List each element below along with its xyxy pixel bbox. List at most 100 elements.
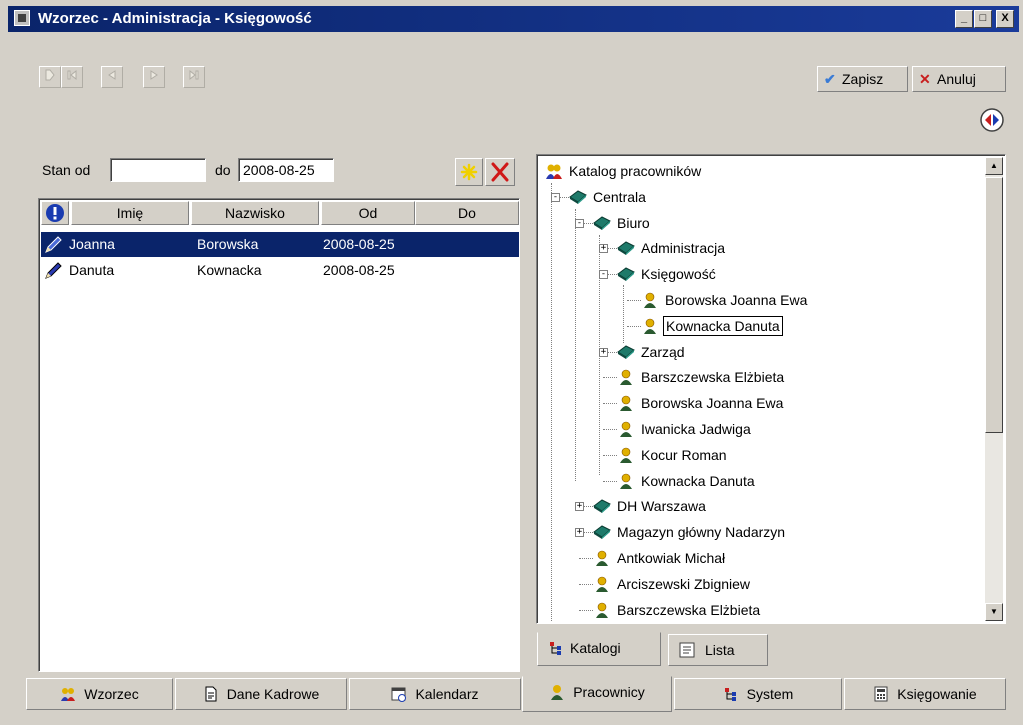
edit-pencil-icon (45, 236, 62, 253)
column-header-from[interactable]: Od (321, 201, 415, 225)
cancel-button-label: Anuluj (937, 71, 976, 87)
person-icon (617, 395, 635, 411)
tree-expand-icon[interactable]: + (599, 244, 608, 253)
tree-node-label: Iwanicka Jadwiga (641, 421, 751, 437)
column-header-last-name[interactable]: Nazwisko (191, 201, 319, 225)
tree-node[interactable]: Barszczewska Elżbieta (617, 367, 786, 387)
tree-node[interactable]: Kocur Roman (617, 445, 729, 465)
save-button[interactable]: ✔ Zapisz (817, 66, 908, 92)
tree-node[interactable]: Borowska Joanna Ewa (641, 290, 809, 310)
tree-node[interactable]: Magazyn główny Nadarzyn (593, 522, 787, 542)
book-icon (593, 498, 611, 514)
next-record-button[interactable] (143, 66, 165, 88)
tree-expand-icon[interactable]: + (599, 348, 608, 357)
tree-connector-line (603, 455, 617, 456)
tree-node-label: Borowska Joanna Ewa (641, 395, 784, 411)
cell-last-name: Borowska (197, 236, 259, 252)
tree-scrollbar[interactable]: ▲ ▼ (985, 157, 1003, 621)
tree-node[interactable]: Księgowość (617, 264, 718, 284)
record-insert-button[interactable] (39, 66, 61, 88)
tab-pracownicy-label: Pracownicy (573, 684, 645, 700)
table-row[interactable]: Danuta Kownacka 2008-08-25 (41, 258, 519, 283)
tree-node[interactable]: Borowska Joanna Ewa (617, 393, 785, 413)
info-icon (46, 204, 64, 222)
employee-period-grid[interactable]: Imię Nazwisko Od Do Joanna Borowska 2008… (38, 198, 520, 672)
person-icon (617, 369, 635, 385)
tree-node-label: Kownacka Danuta (641, 473, 755, 489)
subtab-list[interactable]: Lista (668, 634, 768, 666)
tree-node[interactable]: Kownacka Danuta (617, 471, 757, 491)
cell-from: 2008-08-25 (323, 236, 395, 252)
tab-wzorzec-label: Wzorzec (84, 686, 139, 702)
tree-connector-line (579, 584, 593, 585)
prev-record-button[interactable] (101, 66, 123, 88)
edit-pencil-icon (45, 262, 62, 279)
app-icon[interactable] (14, 10, 30, 26)
tree-collapse-icon[interactable]: - (575, 219, 584, 228)
cancel-button[interactable]: ✕ Anuluj (912, 66, 1006, 92)
state-to-input[interactable]: 2008-08-25 (238, 158, 334, 182)
title-bar[interactable]: Wzorzec - Administracja - Księgowość _ □… (8, 6, 1019, 32)
tab-dane-kadrowe[interactable]: Dane Kadrowe (175, 678, 347, 710)
calendar-icon (391, 687, 407, 702)
tree-node[interactable]: DH Warszawa (593, 496, 708, 516)
person-icon (641, 292, 659, 308)
book-icon (617, 344, 635, 360)
table-row[interactable]: Joanna Borowska 2008-08-25 (41, 232, 519, 257)
subtab-catalogs-label: Katalogi (570, 640, 621, 656)
scroll-up-button[interactable]: ▲ (985, 157, 1003, 175)
book-icon (569, 189, 587, 205)
column-header-first-name[interactable]: Imię (71, 201, 189, 225)
navigate-arrows-button[interactable] (980, 108, 1004, 132)
last-icon (189, 69, 199, 81)
tree-icon (550, 642, 561, 655)
tree-collapse-icon[interactable]: - (551, 193, 560, 202)
maximize-button[interactable]: □ (974, 10, 992, 28)
new-star-icon (460, 163, 478, 181)
tab-ksiegowanie[interactable]: Księgowanie (844, 678, 1006, 710)
tree-node[interactable]: Administracja (617, 238, 727, 258)
minimize-button[interactable]: _ (955, 10, 973, 28)
state-from-input[interactable] (110, 158, 206, 182)
tree-expand-icon[interactable]: + (575, 528, 584, 537)
tree-node[interactable]: Zarząd (617, 342, 687, 362)
subtab-list-label: Lista (705, 642, 735, 658)
delete-entry-button[interactable] (485, 158, 515, 186)
tree-expand-icon[interactable]: + (575, 502, 584, 511)
tab-wzorzec[interactable]: Wzorzec (26, 678, 173, 710)
tree-node[interactable]: Biuro (593, 213, 652, 233)
tree-connector-line (603, 429, 617, 430)
tree-connector-line (603, 377, 617, 378)
tree-content: Katalog pracowników - Centrala - Biuro + Admin… (537, 155, 985, 621)
tree-node[interactable]: Iwanicka Jadwiga (617, 419, 753, 439)
scroll-down-button[interactable]: ▼ (985, 603, 1003, 621)
tree-node[interactable]: Barszczewska Elżbieta (593, 600, 762, 620)
tab-kalendarz[interactable]: Kalendarz (349, 678, 521, 710)
employee-catalog-tree[interactable]: Katalog pracowników - Centrala - Biuro + Admin… (536, 154, 1006, 624)
last-record-button[interactable] (183, 66, 205, 88)
tree-node[interactable]: Arciszewski Zbigniew (593, 574, 752, 594)
tab-pracownicy[interactable]: Pracownicy (522, 676, 672, 712)
first-record-button[interactable] (61, 66, 83, 88)
tree-node-label: Magazyn główny Nadarzyn (617, 524, 786, 540)
tree-collapse-icon[interactable]: - (599, 270, 608, 279)
scroll-thumb[interactable] (985, 177, 1003, 433)
subtab-catalogs[interactable]: Katalogi (537, 632, 661, 666)
tree-node[interactable]: Katalog pracowników (545, 161, 703, 181)
tree-node[interactable]: Centrala (569, 187, 648, 207)
column-header-to[interactable]: Do (415, 201, 519, 225)
tree-node[interactable]: Kownacka Danuta (641, 316, 783, 336)
left-right-arrows-icon (980, 108, 1004, 132)
list-icon (679, 642, 695, 658)
new-entry-button[interactable] (455, 158, 483, 186)
tab-system[interactable]: System (674, 678, 842, 710)
close-button[interactable]: X (996, 10, 1014, 28)
tree-node-label: Barszczewska Elżbieta (617, 602, 761, 618)
next-icon (150, 70, 158, 80)
cell-from: 2008-08-25 (323, 262, 395, 278)
tree-guide-line (551, 183, 552, 621)
tree-guide-line (575, 209, 576, 481)
tab-ksiegowanie-label: Księgowanie (897, 686, 977, 702)
tree-node[interactable]: Antkowiak Michał (593, 548, 727, 568)
tab-system-label: System (746, 686, 794, 702)
